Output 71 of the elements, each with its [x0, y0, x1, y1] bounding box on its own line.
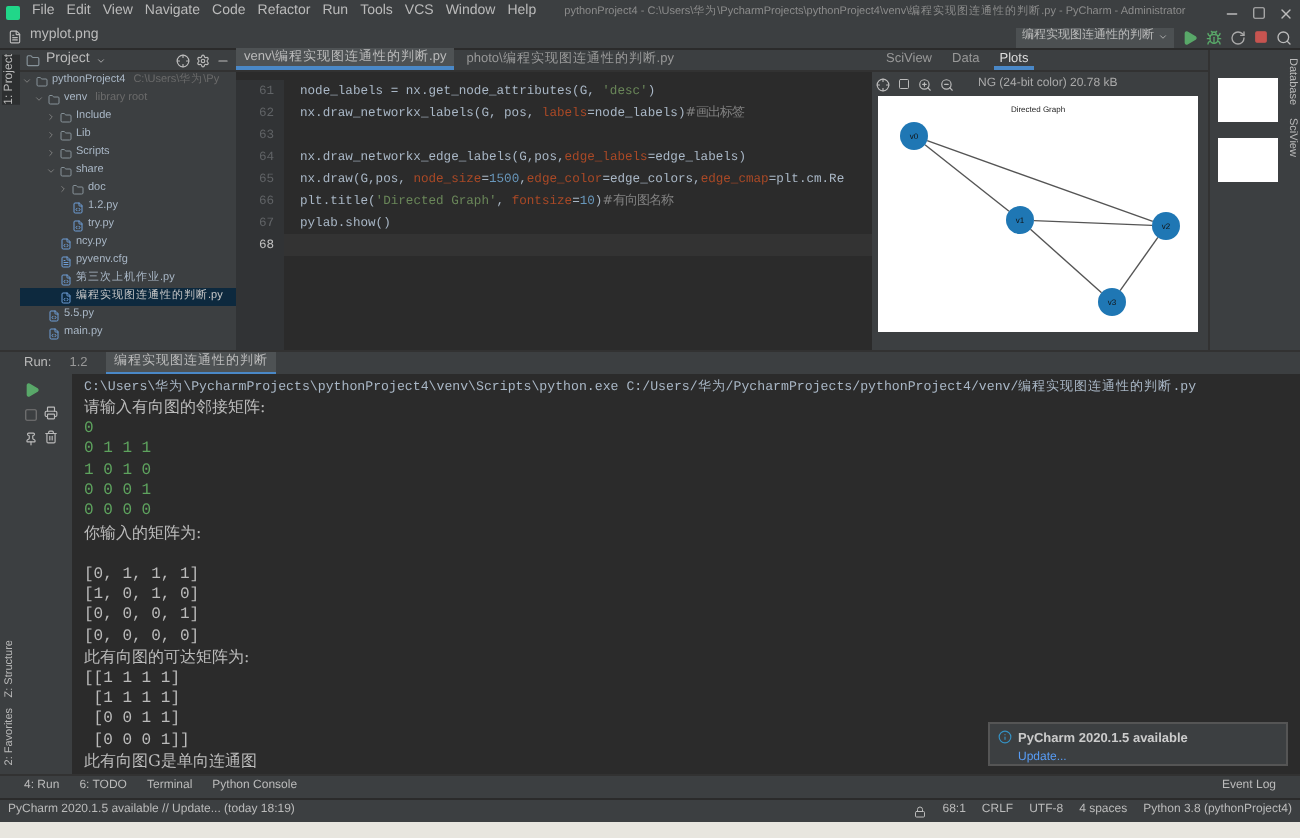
console-line: 你输入的矩阵为: — [84, 523, 202, 545]
rerun-icon[interactable] — [1230, 29, 1246, 45]
file-icon — [48, 309, 60, 321]
zoom-out-icon[interactable] — [940, 77, 954, 91]
locate-icon[interactable] — [176, 53, 190, 67]
graph-node — [1152, 212, 1180, 240]
chevron-icon[interactable] — [46, 130, 56, 140]
info-icon — [998, 730, 1012, 744]
console-line: 此有向图的可达矩阵为: — [84, 648, 250, 670]
file-icon — [60, 273, 72, 285]
app-logo-icon — [6, 6, 20, 20]
chevron-icon[interactable] — [22, 76, 32, 86]
console-line: 0 0 0 0 — [84, 502, 152, 524]
plot-thumbnail[interactable] — [1217, 78, 1277, 122]
folder-icon — [36, 75, 48, 87]
console-line: 0 0 0 1 — [84, 482, 152, 503]
trash-icon[interactable] — [44, 430, 58, 444]
file-icon — [48, 327, 60, 339]
console-line: [1 1 1 1] — [91, 690, 181, 710]
console-line: [1, 0, 1, 0] — [84, 586, 200, 606]
file-icon — [60, 237, 72, 249]
file-icon — [72, 201, 84, 213]
pin-icon[interactable] — [24, 432, 38, 446]
zoom-in-icon[interactable] — [918, 77, 932, 91]
console-line: [[1 1 1 1] — [84, 669, 181, 690]
console-line: 0 1 1 1 — [84, 440, 152, 462]
chevron-icon[interactable] — [58, 184, 68, 194]
console-line: [0, 1, 1, 1] — [84, 563, 200, 586]
fit-icon[interactable] — [876, 77, 890, 91]
stop-icon[interactable] — [24, 408, 38, 422]
print-icon[interactable] — [44, 406, 58, 420]
search-icon[interactable] — [1276, 29, 1292, 45]
folder-icon — [60, 165, 72, 177]
run-icon[interactable] — [1182, 29, 1198, 45]
chevron-icon[interactable] — [46, 112, 56, 122]
graph-edge — [1119, 236, 1159, 292]
stop-icon[interactable] — [1254, 30, 1268, 44]
console-line: [0, 0, 0, 0] — [84, 627, 200, 649]
folder-icon — [26, 53, 40, 67]
folder-icon — [60, 111, 72, 123]
caret-icon[interactable] — [95, 55, 106, 65]
chevron-icon[interactable] — [34, 94, 44, 104]
close-icon[interactable] — [1278, 5, 1294, 21]
file-icon — [60, 291, 72, 303]
folder-icon — [60, 129, 72, 141]
folder-icon — [48, 93, 60, 105]
image-file-icon — [8, 30, 22, 44]
run-icon[interactable] — [24, 382, 40, 398]
maximize-icon[interactable] — [1252, 6, 1266, 20]
lock-icon — [914, 805, 927, 817]
console-line: 请输入有向图的邻接矩阵: — [84, 398, 266, 420]
graph-node — [1098, 288, 1126, 316]
settings-icon[interactable] — [196, 53, 210, 67]
debug-icon[interactable] — [1206, 29, 1222, 45]
graph-node — [900, 122, 928, 150]
console-line: [0, 0, 0, 1] — [84, 606, 200, 628]
graph-node — [1006, 206, 1034, 234]
console-line: [0 0 1 1] — [91, 710, 181, 732]
chevron-icon[interactable] — [46, 166, 56, 176]
folder-icon — [60, 147, 72, 159]
plot-thumbnail[interactable] — [1217, 138, 1277, 182]
file-icon — [60, 255, 72, 267]
console-line: 此有向图G是单向连通图 — [84, 752, 257, 774]
console-line: 0 — [84, 419, 94, 441]
console-line: [0 0 0 1]] — [91, 731, 190, 753]
console-line: 1 0 1 0 — [84, 461, 152, 483]
chevron-icon[interactable] — [46, 148, 56, 158]
caret-icon — [1158, 32, 1168, 42]
file-icon — [72, 219, 84, 231]
folder-icon — [72, 183, 84, 195]
actual-size-icon[interactable] — [898, 78, 910, 90]
